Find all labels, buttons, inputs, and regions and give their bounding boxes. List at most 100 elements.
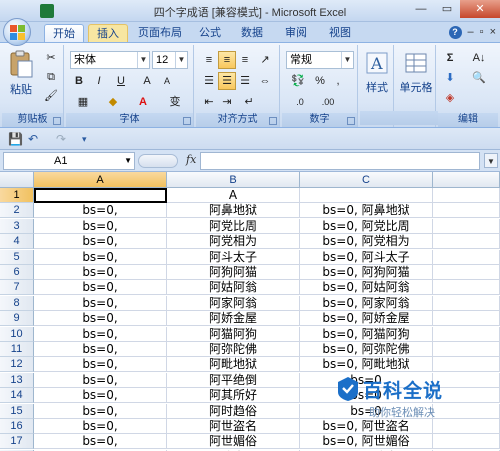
row-header[interactable]: 4 — [0, 234, 34, 250]
cell-c[interactable]: bs=0, 阿家阿翁 — [300, 295, 433, 311]
cell-b[interactable]: 阿家阿翁 — [167, 295, 300, 311]
cell-a[interactable]: bs=0, — [34, 388, 167, 404]
font-color-icon[interactable]: A — [130, 93, 156, 111]
tab-review[interactable]: 审阅 — [280, 24, 312, 42]
column-header-c[interactable]: C — [300, 172, 433, 188]
row-header[interactable]: 5 — [0, 249, 34, 265]
cell-c[interactable]: bs=0, 阿弥陀佛 — [300, 342, 433, 357]
underline-button[interactable]: U — [110, 72, 132, 90]
cell-a[interactable]: bs=0, — [34, 342, 167, 357]
tab-formulas[interactable]: 公式 — [194, 24, 226, 42]
cell-d[interactable] — [433, 357, 500, 373]
font-name-combo[interactable]: 宋体 ▼ — [70, 51, 150, 69]
cell-a[interactable]: bs=0, — [34, 372, 167, 388]
cell-d[interactable] — [433, 342, 500, 357]
alignment-launcher-icon[interactable] — [269, 117, 277, 125]
decrease-indent-icon[interactable]: ⇤ — [200, 93, 218, 111]
cell-b[interactable]: 阿姑阿翁 — [167, 280, 300, 296]
cell-c[interactable]: bs=0, 阿毗地狱 — [300, 357, 433, 373]
row-header[interactable]: 17 — [0, 434, 34, 450]
row-header[interactable]: 8 — [0, 295, 34, 311]
clipboard-launcher-icon[interactable] — [53, 117, 61, 125]
orientation-icon[interactable]: ↗ — [256, 51, 274, 69]
office-button[interactable] — [3, 18, 31, 46]
copy-icon[interactable]: ⧉ — [42, 68, 60, 86]
cell-a[interactable]: bs=0, — [34, 326, 167, 342]
align-center-icon[interactable]: ☰ — [218, 72, 236, 90]
cell-d[interactable] — [433, 218, 500, 234]
cell-d[interactable] — [433, 326, 500, 342]
row-header[interactable]: 9 — [0, 311, 34, 327]
cell-b[interactable]: 阿鼻地狱 — [167, 203, 300, 219]
cell-a[interactable]: bs=0, — [34, 234, 167, 250]
cell-d[interactable] — [433, 280, 500, 296]
cell-a[interactable]: bs=0, — [34, 419, 167, 434]
row-header[interactable]: 7 — [0, 280, 34, 296]
merge-center-icon[interactable]: ⇔ — [256, 72, 274, 90]
row-header[interactable]: 3 — [0, 218, 34, 234]
column-header-a[interactable]: A — [34, 172, 167, 188]
cell-b[interactable]: 阿其所好 — [167, 388, 300, 404]
ribbon-restore-icon[interactable]: ▫ — [480, 26, 484, 39]
cell-c[interactable]: bs=0, 阿党相为 — [300, 234, 433, 250]
italic-button[interactable]: I — [90, 72, 108, 90]
cell-b[interactable]: 阿娇金屋 — [167, 311, 300, 327]
cell-a[interactable]: bs=0, — [34, 265, 167, 280]
row-header[interactable]: 12 — [0, 357, 34, 373]
insert-function-button[interactable]: fx — [186, 153, 196, 166]
row-header[interactable]: 16 — [0, 419, 34, 434]
styles-button[interactable]: A 样式 — [363, 49, 391, 99]
cell-a[interactable]: bs=0, — [34, 311, 167, 327]
cell-a[interactable]: bs=0, — [34, 434, 167, 450]
cell-a[interactable]: bs=0, — [34, 280, 167, 296]
cell-d[interactable] — [433, 188, 500, 203]
cell-c[interactable]: bs=0, 阿猫阿狗 — [300, 326, 433, 342]
decrease-decimal-button[interactable]: .00 — [316, 93, 340, 111]
cell-a[interactable]: bs=0, — [34, 357, 167, 373]
select-all-corner[interactable] — [0, 172, 34, 188]
clear-icon[interactable]: ◈ — [440, 89, 460, 107]
cell-a[interactable] — [34, 188, 167, 203]
borders-icon[interactable]: ▦ — [70, 93, 96, 111]
formula-cancel-enter[interactable] — [138, 154, 178, 168]
undo-icon[interactable]: ↶ — [28, 132, 38, 146]
increase-decimal-button[interactable]: .0 — [288, 93, 312, 111]
cell-b[interactable]: 阿党相为 — [167, 234, 300, 250]
cell-c[interactable]: bs=0, 阿姑阿翁 — [300, 280, 433, 296]
cell-c[interactable]: bs=0, 阿斗太子 — [300, 249, 433, 265]
ribbon-minimize-icon[interactable]: – — [468, 26, 474, 39]
row-header[interactable]: 14 — [0, 388, 34, 404]
tab-insert[interactable]: 插入 — [88, 24, 128, 42]
cell-d[interactable] — [433, 295, 500, 311]
grow-font-button[interactable]: A — [138, 72, 156, 90]
redo-icon[interactable]: ↷ — [56, 132, 66, 146]
cell-b[interactable]: 阿斗太子 — [167, 249, 300, 265]
cell-b[interactable]: 阿平绝倒 — [167, 372, 300, 388]
phonetic-button[interactable]: 变 — [162, 93, 188, 111]
cell-b[interactable]: 阿毗地狱 — [167, 357, 300, 373]
cell-b[interactable]: 阿时趋俗 — [167, 403, 300, 419]
cut-icon[interactable]: ✂ — [42, 49, 60, 67]
maximize-button[interactable]: ▭ — [434, 0, 460, 18]
cell-c[interactable]: bs=0, 阿娇金屋 — [300, 311, 433, 327]
cell-b[interactable]: 阿世盗名 — [167, 419, 300, 434]
paste-button[interactable]: 粘贴 — [6, 47, 36, 99]
cell-d[interactable] — [433, 265, 500, 280]
sort-filter-icon[interactable]: A↓ — [464, 49, 494, 67]
cell-d[interactable] — [433, 311, 500, 327]
percent-button[interactable]: % — [312, 72, 328, 90]
autosum-button[interactable]: Σ — [440, 49, 460, 67]
row-header[interactable]: 10 — [0, 326, 34, 342]
row-header[interactable]: 11 — [0, 342, 34, 357]
row-header[interactable]: 2 — [0, 203, 34, 219]
cell-a[interactable]: bs=0, — [34, 249, 167, 265]
cell-b[interactable]: 阿弥陀佛 — [167, 342, 300, 357]
close-button[interactable]: ✕ — [460, 0, 500, 18]
cell-c[interactable] — [300, 188, 433, 203]
cell-d[interactable] — [433, 234, 500, 250]
row-header[interactable]: 1 — [0, 188, 34, 203]
cell-a[interactable]: bs=0, — [34, 218, 167, 234]
fill-color-icon[interactable]: ◆ — [100, 93, 126, 111]
fill-icon[interactable]: ⬇ — [440, 69, 460, 87]
cell-c[interactable]: bs=0, 阿鼻地狱 — [300, 203, 433, 219]
